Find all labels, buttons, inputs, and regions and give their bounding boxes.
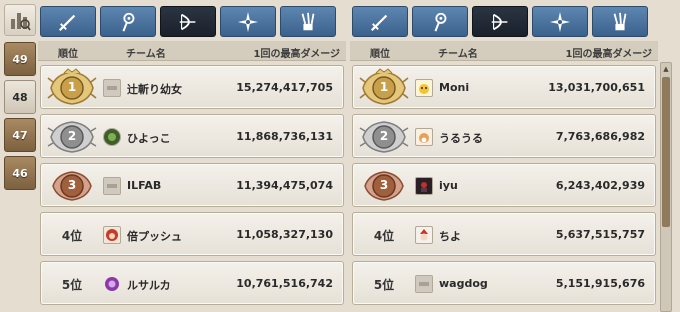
avatar (415, 79, 433, 97)
rank-number: 2 (67, 129, 77, 143)
ranking-panel-left: 順位 チーム名 1回の最高ダメージ 1 辻斬り幼女 15,274,417,705… (38, 0, 346, 312)
rank-number: 5位 (373, 278, 395, 292)
table-header: 順位 チーム名 1回の最高ダメージ (38, 41, 346, 61)
avatar (103, 177, 121, 195)
rank-number: 5位 (61, 278, 83, 292)
tab-claw[interactable] (280, 6, 336, 37)
sword-icon (57, 11, 79, 33)
damage-value: 7,763,686,982 (555, 130, 645, 143)
header-team: チーム名 (438, 49, 478, 60)
scrollbar[interactable]: ▲ (660, 62, 672, 312)
team-name: ひよっこ (127, 132, 171, 145)
table-row[interactable]: 1 辻斬り幼女 15,274,417,705 (40, 65, 344, 109)
week-selector: 49 48 47 46 (4, 42, 36, 194)
header-damage: 1回の最高ダメージ (253, 49, 340, 60)
header-rank: 順位 (58, 49, 78, 60)
avatar (415, 275, 433, 293)
magic-staff-icon (117, 11, 139, 33)
team-name: 倍プッシュ (127, 230, 182, 243)
week-tab-48[interactable]: 48 (4, 80, 36, 114)
rank-number: 3 (67, 178, 77, 192)
header-team: チーム名 (126, 49, 166, 60)
tab-claw[interactable] (592, 6, 648, 37)
table-row[interactable]: 4位 倍プッシュ 11,058,327,130 (40, 212, 344, 256)
avatar (415, 226, 433, 244)
week-tab-46[interactable]: 46 (4, 156, 36, 190)
tab-sword[interactable] (352, 6, 408, 37)
magic-staff-icon (429, 11, 451, 33)
damage-value: 11,868,736,131 (236, 130, 333, 143)
header-rank: 順位 (370, 49, 390, 60)
team-name: 辻斬り幼女 (127, 83, 182, 96)
tab-bow[interactable] (472, 6, 528, 37)
rank-number: 4位 (373, 229, 395, 243)
damage-value: 11,058,327,130 (236, 228, 333, 241)
team-name: wagdog (439, 277, 488, 290)
ranking-panel-right: 順位 チーム名 1回の最高ダメージ 1 Moni 13,031,700,651 … (350, 0, 658, 312)
team-name: うるうる (439, 132, 483, 145)
team-name: ILFAB (127, 179, 162, 192)
rank-number: 3 (379, 178, 389, 192)
tab-cross[interactable] (532, 6, 588, 37)
team-name: iyu (439, 179, 458, 192)
week-tab-47[interactable]: 47 (4, 118, 36, 152)
avatar (415, 128, 433, 146)
team-name: Moni (439, 81, 470, 94)
team-name: ちよ (439, 230, 461, 243)
damage-value: 10,761,516,742 (236, 277, 333, 290)
damage-value: 5,151,915,676 (555, 277, 645, 290)
table-row[interactable]: 4位 ちよ 5,637,515,757 (352, 212, 656, 256)
table-row[interactable]: 5位 wagdog 5,151,915,676 (352, 261, 656, 305)
table-row[interactable]: 3 iyu 6,243,402,939 (352, 163, 656, 207)
avatar (415, 177, 433, 195)
avatar (103, 79, 121, 97)
damage-value: 13,031,700,651 (548, 81, 645, 94)
bow-icon (489, 11, 511, 33)
table-row[interactable]: 3 ILFAB 11,394,475,074 (40, 163, 344, 207)
tab-sword[interactable] (40, 6, 96, 37)
bow-icon (177, 11, 199, 33)
scroll-thumb[interactable] (662, 77, 670, 227)
rank-number: 1 (67, 80, 77, 94)
team-name: ルサルカ (127, 279, 171, 292)
rank-number: 1 (379, 80, 389, 94)
week-tab-49[interactable]: 49 (4, 42, 36, 76)
claw-icon (297, 11, 319, 33)
avatar (103, 275, 121, 293)
claw-icon (609, 11, 631, 33)
class-tabs-right (352, 6, 648, 37)
cross-shuriken-icon (549, 11, 571, 33)
tab-magic[interactable] (100, 6, 156, 37)
damage-value: 15,274,417,705 (236, 81, 333, 94)
avatar (103, 128, 121, 146)
avatar (103, 226, 121, 244)
damage-value: 11,394,475,074 (236, 179, 333, 192)
rank-number: 4位 (61, 229, 83, 243)
table-row[interactable]: 5位 ルサルカ 10,761,516,742 (40, 261, 344, 305)
damage-value: 6,243,402,939 (555, 179, 645, 192)
table-row[interactable]: 2 ひよっこ 11,868,736,131 (40, 114, 344, 158)
ranking-chart-icon[interactable] (4, 4, 36, 36)
damage-value: 5,637,515,757 (555, 228, 645, 241)
table-row[interactable]: 1 Moni 13,031,700,651 (352, 65, 656, 109)
class-tabs-left (40, 6, 336, 37)
scroll-up-icon[interactable]: ▲ (662, 64, 670, 74)
tab-cross[interactable] (220, 6, 276, 37)
rank-number: 2 (379, 129, 389, 143)
table-header: 順位 チーム名 1回の最高ダメージ (350, 41, 658, 61)
header-damage: 1回の最高ダメージ (565, 49, 652, 60)
cross-shuriken-icon (237, 11, 259, 33)
tab-magic[interactable] (412, 6, 468, 37)
tab-bow[interactable] (160, 6, 216, 37)
table-row[interactable]: 2 うるうる 7,763,686,982 (352, 114, 656, 158)
sword-icon (369, 11, 391, 33)
